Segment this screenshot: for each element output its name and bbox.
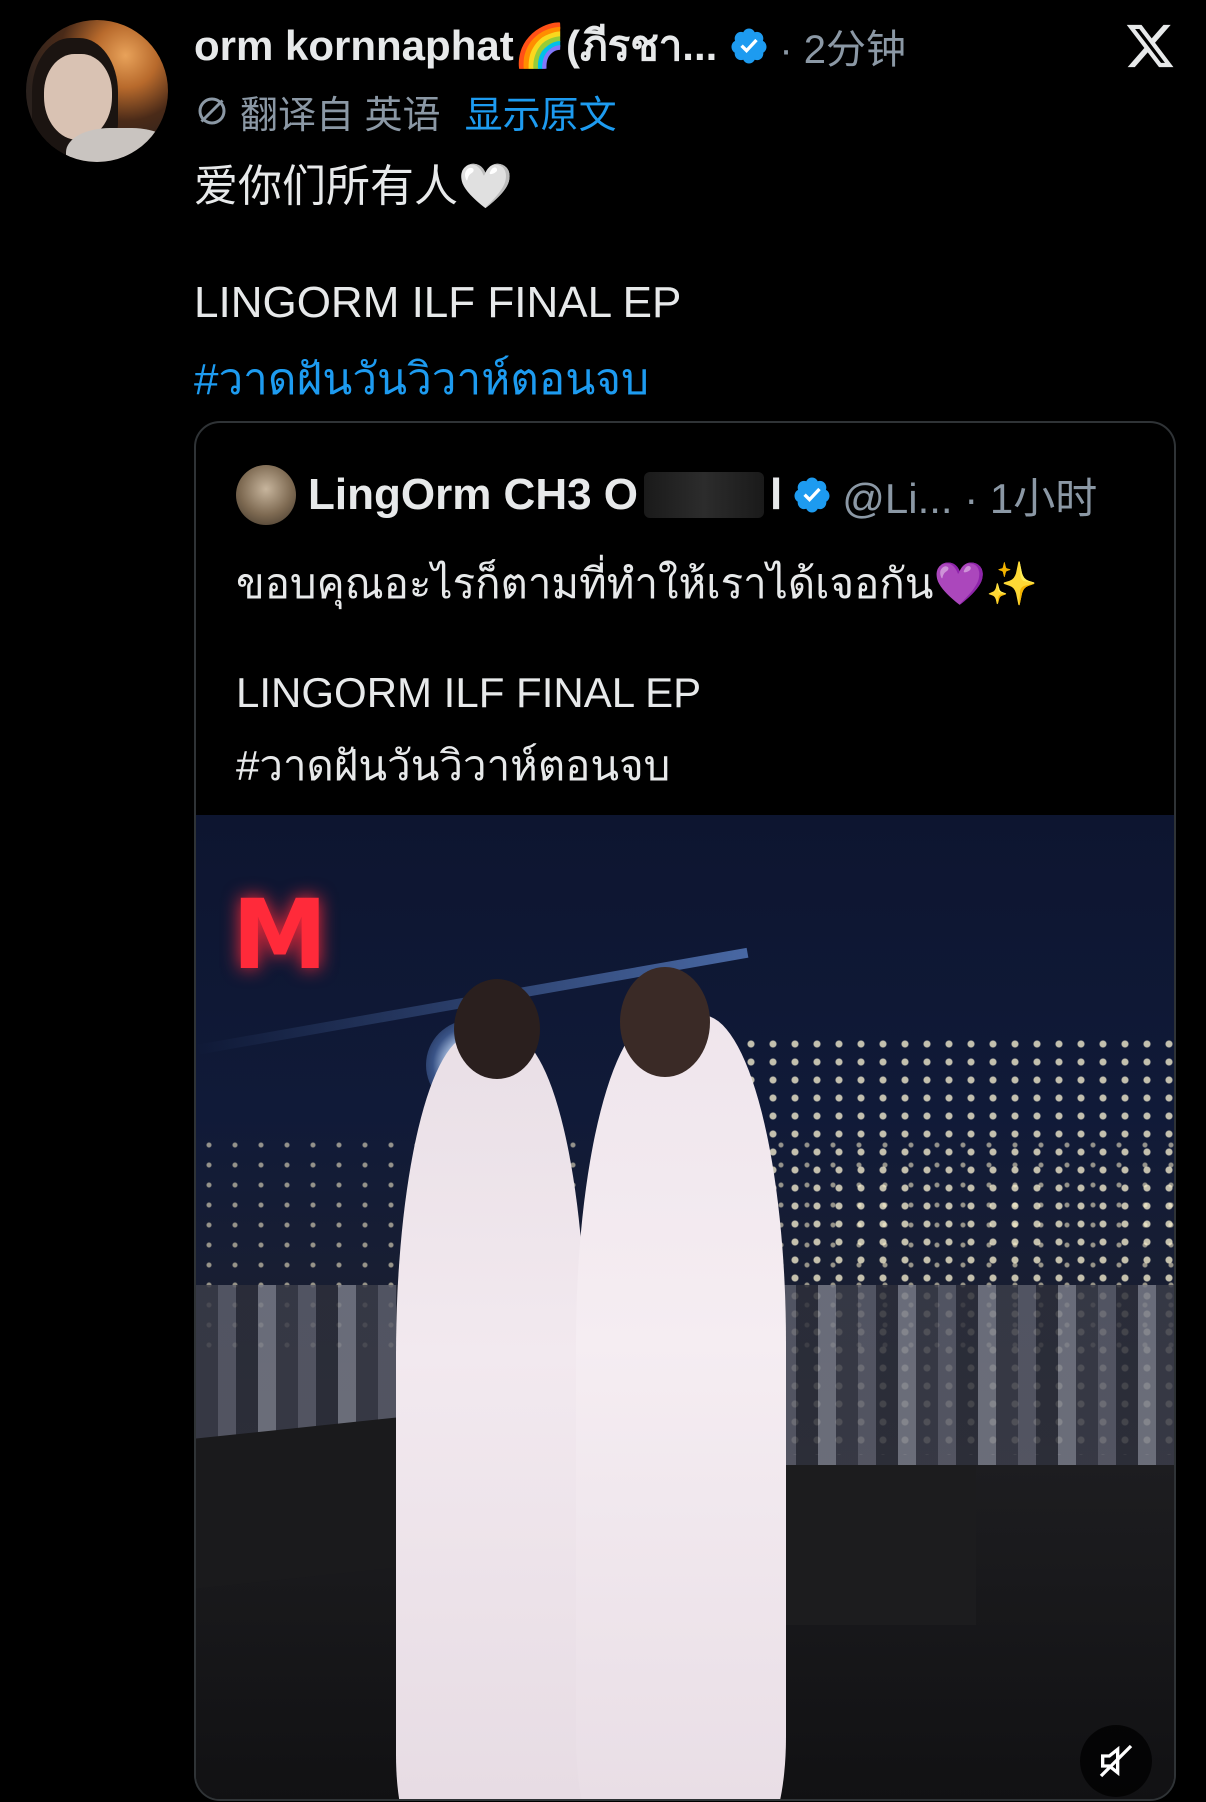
stage-sign: M bbox=[232, 879, 328, 991]
author-display-name[interactable]: orm kornnaphat🌈(ภีรชา... bbox=[194, 13, 717, 79]
verified-badge-icon bbox=[731, 28, 767, 64]
post-text-line-2: LINGORM ILF FINAL EP bbox=[194, 278, 682, 327]
post-timestamp[interactable]: · 2分钟 bbox=[779, 17, 906, 75]
quoted-author-avatar[interactable] bbox=[236, 465, 296, 525]
quoted-text-line-2: LINGORM ILF FINAL EP bbox=[236, 669, 702, 716]
quoted-author-name[interactable]: LingOrm CH3 O bbox=[308, 470, 638, 520]
quoted-author-name-end[interactable]: l bbox=[770, 470, 782, 520]
quoted-hashtag-link[interactable]: #วาดฝันวันวิวาห์ตอนจบ bbox=[236, 733, 670, 799]
stage-monitor-speaker bbox=[756, 1465, 976, 1625]
author-avatar[interactable] bbox=[26, 20, 168, 162]
performer-right-dress bbox=[576, 1015, 786, 1799]
show-original-link[interactable]: 显示原文 bbox=[465, 84, 617, 139]
mute-toggle-button[interactable] bbox=[1080, 1725, 1152, 1797]
translate-icon bbox=[198, 97, 226, 125]
post-text-line-1: 爱你们所有人🤍 bbox=[194, 162, 513, 211]
quoted-post-card[interactable]: LingOrm CH3 O l @Li... · 1小时 ขอบคุณอะไรก… bbox=[194, 421, 1176, 1801]
performer-right-head bbox=[620, 967, 710, 1077]
quoted-post-header: LingOrm CH3 O l @Li... · 1小时 bbox=[308, 465, 1097, 525]
avatar-shirt bbox=[66, 128, 168, 162]
post-header: orm kornnaphat🌈(ภีรชา... · 2分钟 bbox=[194, 18, 906, 74]
quoted-handle-time[interactable]: @Li... · 1小时 bbox=[842, 465, 1097, 526]
performer-left-head bbox=[454, 979, 540, 1079]
x-logo-icon[interactable] bbox=[1124, 20, 1176, 72]
redacted-name-blur bbox=[644, 472, 765, 518]
avatar-face bbox=[44, 54, 112, 140]
verified-badge-icon bbox=[794, 477, 830, 513]
stage-monitor-speaker bbox=[196, 1415, 416, 1589]
quoted-media-video[interactable]: M bbox=[196, 815, 1174, 1799]
translated-from-label: 翻译自 英语 bbox=[240, 94, 441, 137]
translation-row: 翻译自 英语 显示原文 bbox=[194, 84, 617, 139]
post-hashtag-link[interactable]: #วาดฝันวันวิวาห์ตอนจบ bbox=[194, 344, 649, 414]
performer-left-dress bbox=[396, 1035, 586, 1799]
quoted-text-line-1: ขอบคุณอะไรก็ตามที่ทำให้เราได้เจอกัน💜✨ bbox=[236, 560, 1039, 607]
muted-speaker-icon bbox=[1099, 1744, 1133, 1778]
